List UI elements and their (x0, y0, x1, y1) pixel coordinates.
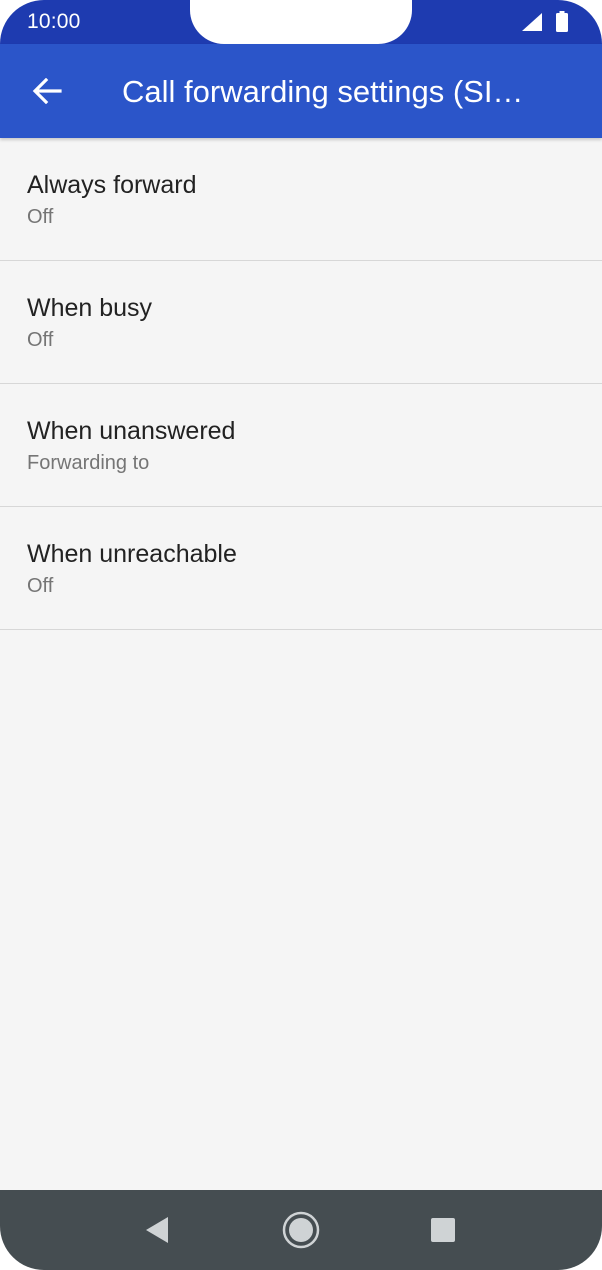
item-summary: Forwarding to (27, 452, 150, 474)
forwarding-options-list: Always forward Off When busy Off When un… (0, 138, 602, 630)
app-bar: Call forwarding settings (SI… (0, 44, 602, 138)
list-item-when-unanswered[interactable]: When unanswered Forwarding to (0, 384, 602, 507)
arrow-left-icon (32, 78, 62, 104)
status-bar: 10:00 (0, 0, 602, 44)
navigation-bar (0, 1190, 602, 1270)
phone-screen: 10:00 Call forwarding settings (SI… Alwa… (0, 0, 602, 1270)
list-item-when-unreachable[interactable]: When unreachable Off (0, 507, 602, 630)
triangle-back-icon (146, 1217, 168, 1243)
cell-signal-icon (522, 13, 542, 31)
item-title: Always forward (27, 171, 197, 199)
list-item-always-forward[interactable]: Always forward Off (0, 138, 602, 261)
item-summary: Off (27, 206, 54, 228)
item-title: When busy (27, 294, 153, 322)
nav-back-button[interactable] (133, 1208, 181, 1252)
item-title: When unreachable (27, 540, 237, 568)
item-summary: Off (27, 575, 54, 597)
battery-icon (556, 11, 568, 32)
nav-recents-button[interactable] (419, 1208, 467, 1252)
item-summary: Off (27, 329, 54, 351)
page-title: Call forwarding settings (SI… (122, 74, 524, 109)
square-recents-icon (431, 1218, 455, 1242)
list-item-when-busy[interactable]: When busy Off (0, 261, 602, 384)
item-title: When unanswered (27, 417, 236, 445)
circle-home-icon (282, 1211, 320, 1249)
display-notch (190, 0, 412, 44)
status-time: 10:00 (27, 10, 81, 33)
nav-home-button[interactable] (277, 1208, 325, 1252)
back-button[interactable] (22, 68, 72, 114)
